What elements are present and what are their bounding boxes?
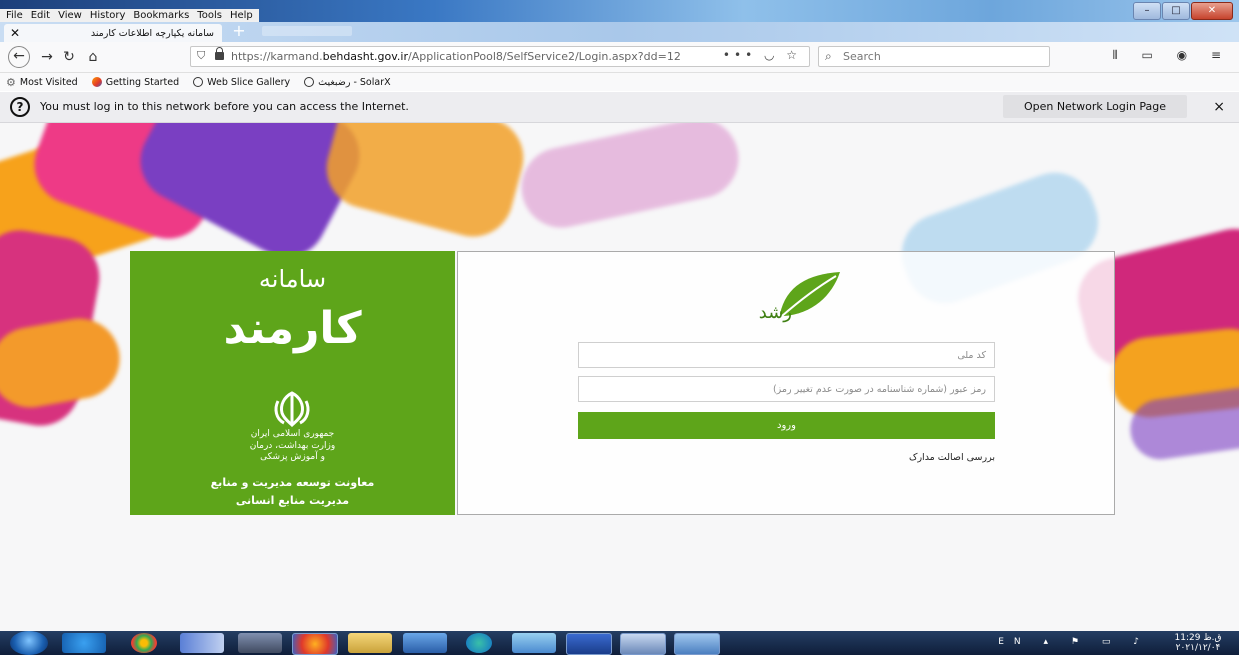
edge-icon[interactable] — [466, 633, 492, 653]
network-icon[interactable]: ▭ — [1102, 637, 1121, 647]
minimize-button[interactable]: – — [1133, 2, 1161, 20]
globe-icon — [304, 77, 315, 87]
bookmark-web-slice-gallery[interactable]: Web Slice Gallery — [193, 77, 290, 88]
clock-time: 11:29 ق.ظ — [1174, 633, 1222, 643]
back-button[interactable]: ← — [8, 46, 30, 68]
search-input[interactable]: ⌕ Search — [818, 46, 1050, 67]
tab-active[interactable]: ✕ سامانه یکپارچه اطلاعات کارمند — [4, 24, 222, 42]
gear-icon: ⚙ — [6, 75, 16, 89]
brand-title: کارمند — [223, 303, 362, 354]
search-icon: ⌕ — [825, 49, 832, 63]
open-network-login-button[interactable]: Open Network Login Page — [1003, 95, 1187, 118]
ministry-line-2: وزارت بهداشت، درمان — [249, 441, 336, 451]
url-text: https://karmand.behdasht.gov.ir/Applicat… — [231, 50, 681, 63]
file-explorer-icon[interactable] — [348, 633, 392, 653]
close-notification-icon[interactable]: × — [1213, 99, 1225, 115]
windows-taskbar: EN ▴ ⚑ ▭ ♪ 11:29 ق.ظ ۲۰۲۱/۱۲/۰۴ — [0, 631, 1239, 655]
reload-button[interactable]: ↻ — [58, 47, 80, 67]
background-shape — [514, 123, 746, 235]
bookmarks-toolbar: ⚙ Most Visited Getting Started Web Slice … — [0, 73, 1239, 91]
password-input[interactable]: رمز عبور (شماره شناسنامه در صورت عدم تغی… — [578, 376, 995, 402]
firefox-icon — [91, 77, 102, 87]
library-icon[interactable]: ⫴ — [1113, 48, 1128, 62]
start-button[interactable] — [10, 631, 48, 655]
chrome-icon[interactable] — [131, 633, 157, 653]
brand-line-1: سامانه — [258, 265, 327, 293]
media-player-icon[interactable] — [403, 633, 447, 653]
network-app-icon[interactable] — [620, 633, 666, 655]
roshd-leaf-logo: رشد — [759, 272, 840, 323]
bookmark-solarx[interactable]: رضبغیث - SolarX — [304, 77, 391, 88]
home-button[interactable]: ⌂ — [82, 47, 104, 67]
lock-icon[interactable] — [215, 47, 224, 60]
menu-history[interactable]: History — [86, 9, 130, 23]
background-shape — [317, 123, 533, 246]
mail-icon[interactable] — [238, 633, 282, 653]
department-line-1: معاونت توسعه مدیریت و منابع — [210, 476, 375, 489]
close-tab-icon[interactable]: ✕ — [10, 26, 20, 40]
folder-icon[interactable] — [512, 633, 556, 653]
notification-message: You must log in to this network before y… — [40, 100, 409, 113]
window-controls: – □ ✕ — [1133, 2, 1233, 20]
tracking-shield-icon[interactable]: ⛉ — [197, 49, 205, 63]
login-panel: رشد کد ملی رمز عبور (شماره شناسنامه در ص… — [457, 251, 1115, 515]
sidebar-icon[interactable]: ▭ — [1141, 48, 1162, 62]
national-code-input[interactable]: کد ملی — [578, 342, 995, 368]
forward-button[interactable]: → — [36, 47, 58, 67]
close-window-button[interactable]: ✕ — [1191, 2, 1233, 20]
tab-title: سامانه یکپارچه اطلاعات کارمند — [90, 27, 214, 39]
menu-file[interactable]: File — [2, 9, 27, 23]
system-tray: EN ▴ ⚑ ▭ ♪ — [998, 637, 1149, 647]
bookmark-most-visited[interactable]: ⚙ Most Visited — [6, 76, 78, 89]
firefox-taskbar-icon[interactable] — [292, 633, 338, 655]
volume-icon[interactable]: ♪ — [1133, 637, 1149, 647]
ministry-line-3: و آموزش پزشکی — [260, 452, 325, 462]
window-titlebar: File Edit View History Bookmarks Tools H… — [0, 0, 1239, 23]
flag-icon[interactable]: ⚑ — [1071, 637, 1089, 647]
menu-tools[interactable]: Tools — [193, 9, 226, 23]
window-app-icon[interactable] — [674, 633, 720, 655]
url-bar[interactable]: ⛉ https://karmand.behdasht.gov.ir/Applic… — [190, 46, 810, 67]
menu-edit[interactable]: Edit — [27, 9, 54, 23]
department-line-2: مدیریت منابع انسانی — [235, 494, 350, 507]
internet-explorer-icon[interactable] — [62, 633, 106, 653]
toolbar-icons: ⫴ ▭ ◉ ≡ — [1113, 48, 1231, 63]
tab-placeholder — [262, 26, 352, 36]
captive-portal-notification: ? You must log in to this network before… — [0, 92, 1239, 123]
menu-bookmarks[interactable]: Bookmarks — [129, 9, 193, 23]
verify-documents-link[interactable]: بررسی اصالت مدارک — [878, 452, 995, 463]
navigation-toolbar: ← → ↻ ⌂ ⛉ https://karmand.behdasht.gov.i… — [0, 42, 1239, 73]
language-indicator[interactable]: EN — [998, 637, 1030, 647]
page-actions[interactable]: ••• ◡ ☆ — [723, 48, 801, 62]
tab-strip: ✕ سامانه یکپارچه اطلاعات کارمند + — [0, 22, 1239, 42]
word-icon[interactable] — [566, 633, 612, 655]
hamburger-menu-icon[interactable]: ≡ — [1211, 48, 1231, 62]
system-clock[interactable]: 11:29 ق.ظ ۲۰۲۱/۱۲/۰۴ — [1163, 633, 1233, 653]
ministry-line-1: جمهوری اسلامی ایران — [250, 429, 335, 439]
new-tab-button[interactable]: + — [228, 23, 250, 40]
page-content: سامانه کارمند جمهوری اسلامی ایران وزارت … — [0, 123, 1239, 631]
menu-bar: File Edit View History Bookmarks Tools H… — [0, 9, 259, 23]
clock-date: ۲۰۲۱/۱۲/۰۴ — [1175, 643, 1221, 653]
show-hidden-icons[interactable]: ▴ — [1044, 637, 1059, 647]
iran-emblem-icon — [274, 391, 310, 428]
logo-text: رشد — [759, 302, 792, 323]
search-placeholder: Search — [843, 50, 881, 63]
question-icon: ? — [10, 97, 30, 117]
maximize-button[interactable]: □ — [1162, 2, 1190, 20]
login-button[interactable]: ورود — [578, 412, 995, 439]
globe-icon — [193, 77, 204, 87]
extension-icon[interactable]: ◉ — [1177, 48, 1197, 62]
brand-panel: سامانه کارمند جمهوری اسلامی ایران وزارت … — [130, 251, 455, 515]
bookmark-getting-started[interactable]: Getting Started — [91, 77, 179, 88]
app-icon[interactable] — [180, 633, 224, 653]
menu-view[interactable]: View — [54, 9, 86, 23]
